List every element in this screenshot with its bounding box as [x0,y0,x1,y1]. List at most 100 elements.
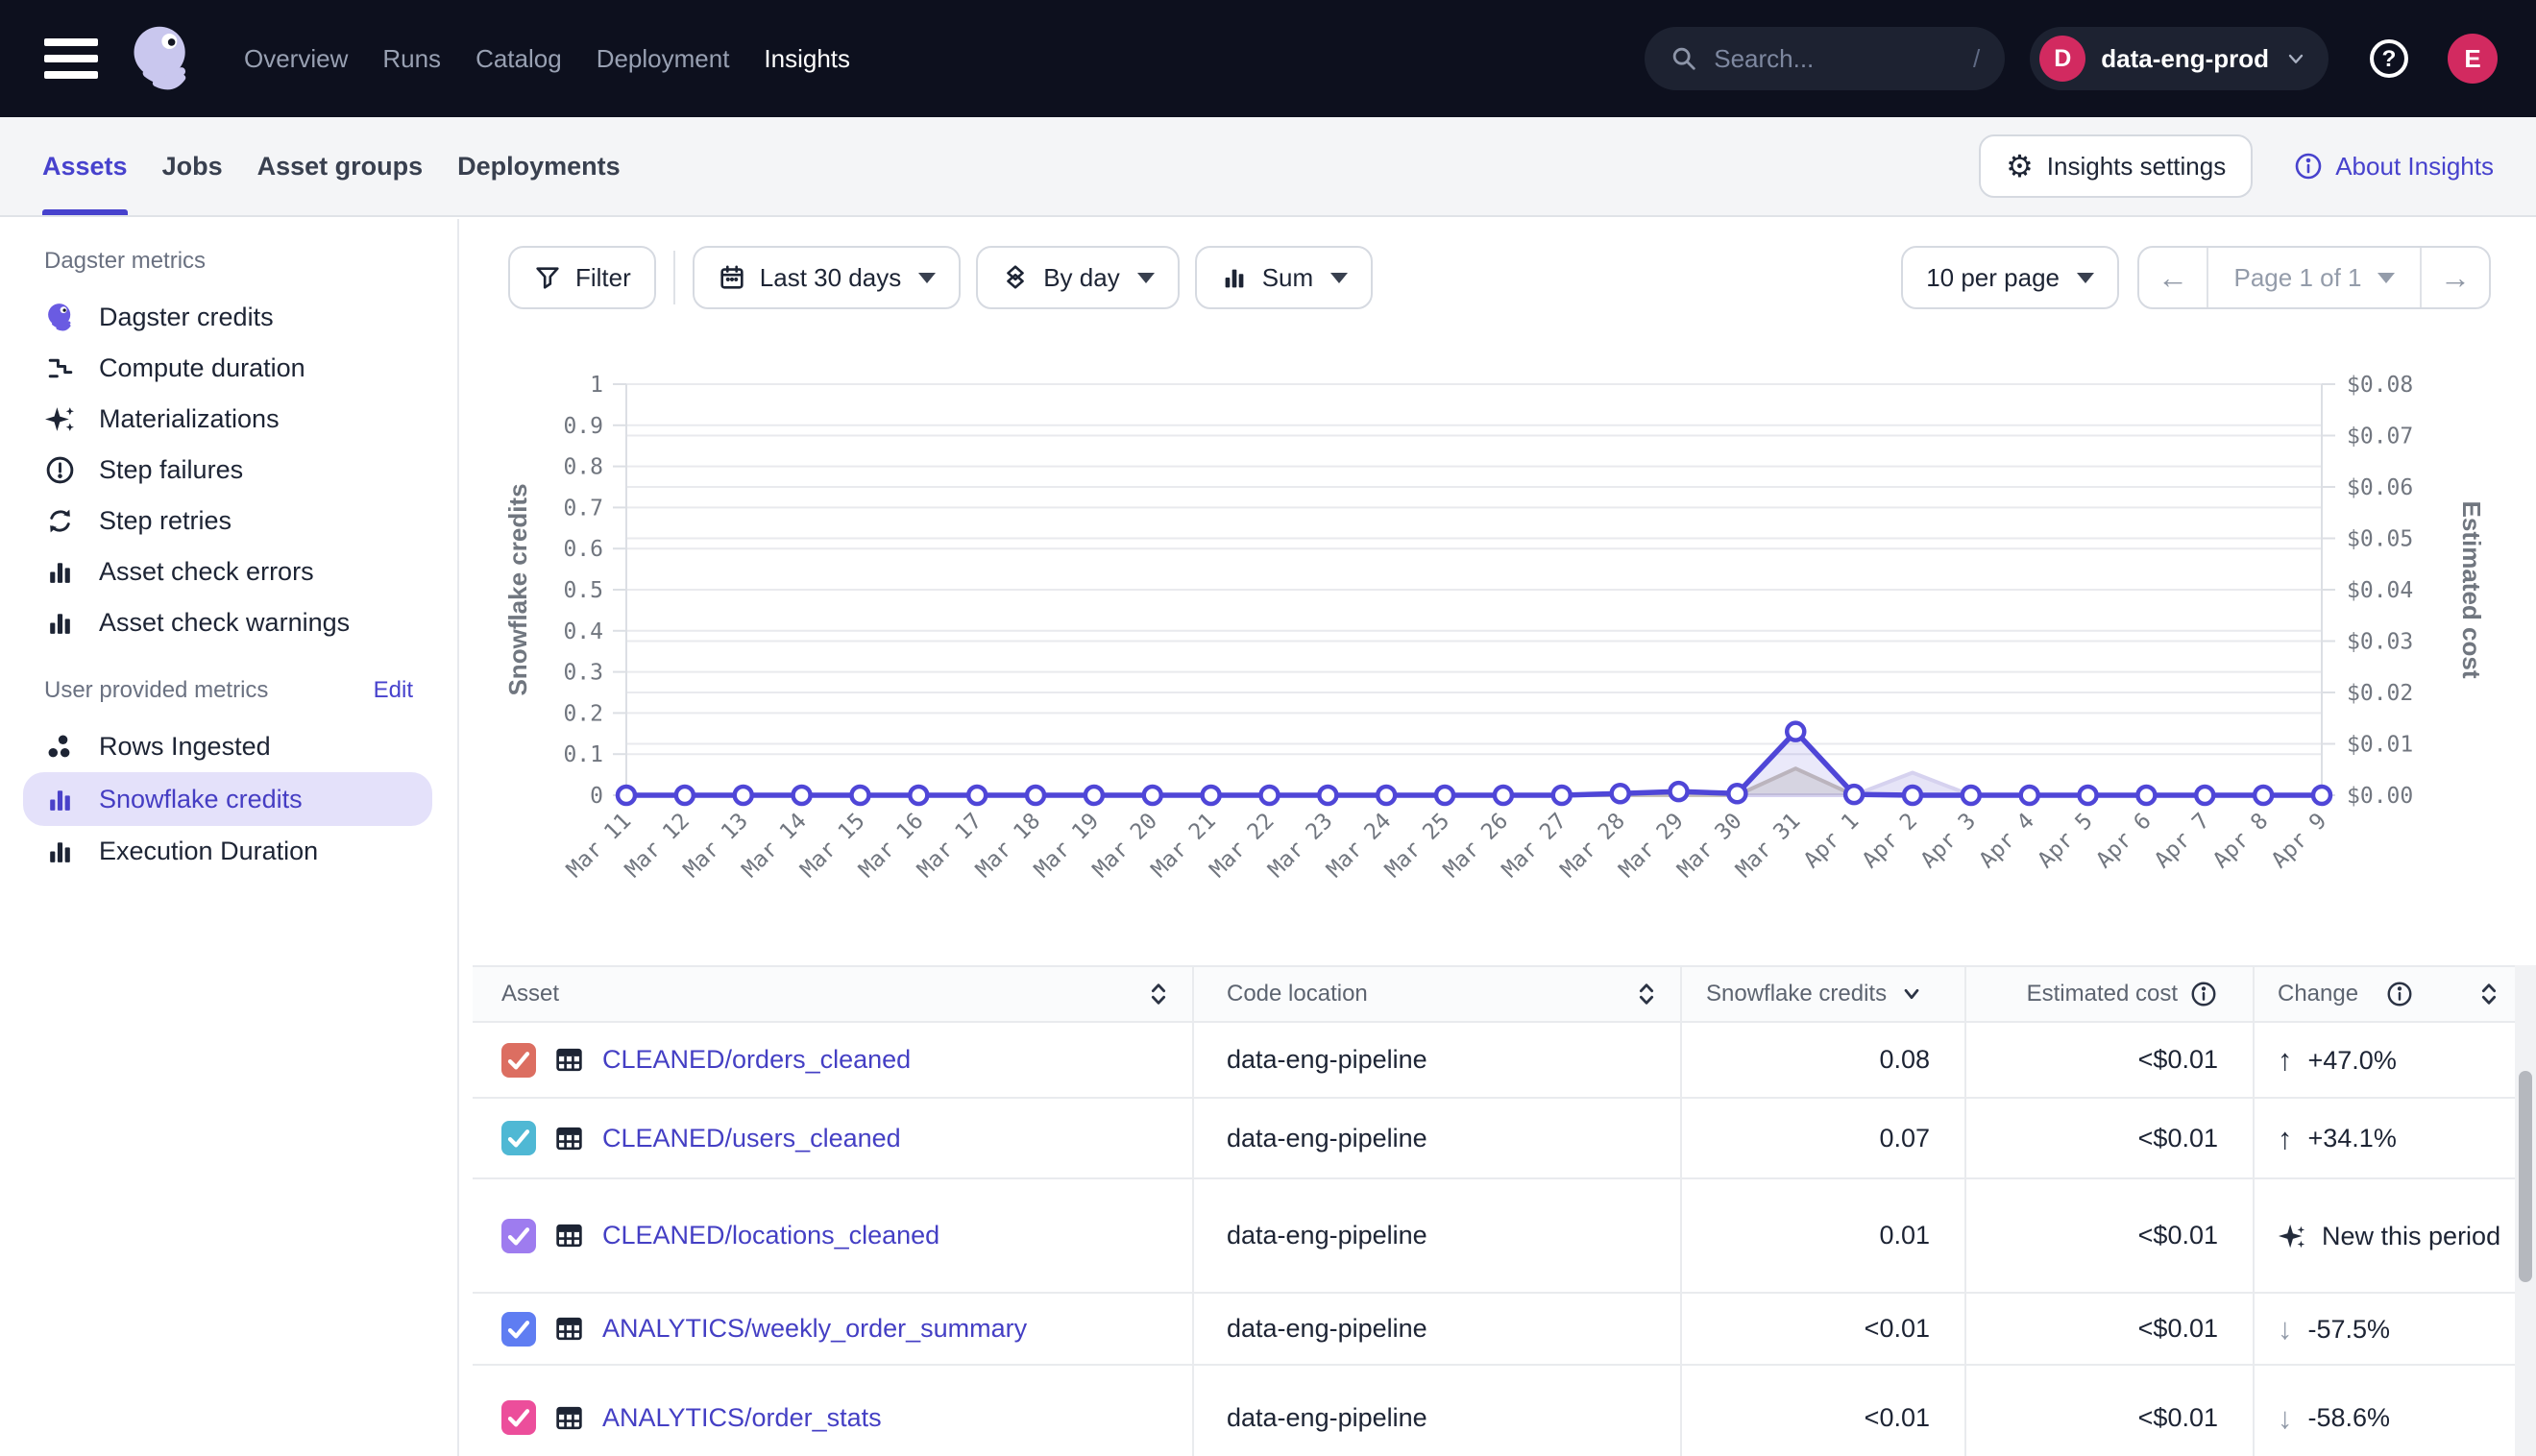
nav-item-insights[interactable]: Insights [764,44,850,74]
sidebar-item-label: Step retries [99,506,232,536]
nav-item-deployment[interactable]: Deployment [597,44,730,74]
column-header-change[interactable]: Change [2255,967,2517,1021]
sidebar-item-step-retries[interactable]: Step retries [0,496,432,546]
change-label: New this period [2322,1220,2500,1252]
estimated-cost-cell: <$0.01 [1966,1023,2255,1097]
sidebar-item-compute-duration[interactable]: Compute duration [0,343,432,394]
svg-text:Apr 2: Apr 2 [1858,809,1922,873]
sort-icon [2476,982,2501,1007]
asset-link[interactable]: CLEANED/orders_cleaned [602,1045,911,1075]
asset-checkbox[interactable] [501,1400,536,1435]
granularity-dropdown[interactable]: By day [976,246,1180,309]
date-range-dropdown[interactable]: Last 30 days [693,246,961,309]
svg-text:$0.01: $0.01 [2347,733,2413,758]
column-header-credits[interactable]: Snowflake credits [1682,967,1966,1021]
asset-cell: CLEANED/users_cleaned [473,1099,1194,1177]
caret-down-icon [1137,273,1155,283]
user-avatar[interactable]: E [2448,34,2498,84]
dagster-logo-icon[interactable] [125,22,198,95]
estimated-cost-cell: <$0.01 [1966,1099,2255,1177]
org-switcher[interactable]: D data-eng-prod [2030,27,2329,90]
asset-checkbox[interactable] [501,1312,536,1347]
column-header-asset[interactable]: Asset [473,967,1194,1021]
code-location-cell: data-eng-pipeline [1194,1099,1682,1177]
table-body: CLEANED/orders_cleaned data-eng-pipeline0… [473,1023,2517,1456]
insights-settings-button[interactable]: ⚙ Insights settings [1979,134,2253,198]
sidebar-section-title: Dagster metrics [44,248,206,275]
nav-item-overview[interactable]: Overview [244,44,348,74]
svg-text:Mar 22: Mar 22 [1206,809,1280,883]
scrollbar-thumb[interactable] [2519,1071,2532,1282]
svg-text:Apr 8: Apr 8 [2208,809,2273,873]
svg-text:Mar 14: Mar 14 [738,809,812,883]
column-header-code[interactable]: Code location [1194,967,1682,1021]
sidebar-item-snowflake-credits[interactable]: Snowflake credits [23,772,432,826]
sidebar-item-step-failures[interactable]: Step failures [0,445,432,496]
sidebar-item-rows-ingested[interactable]: Rows Ingested [0,721,432,772]
sidebar-item-label: Asset check warnings [99,608,350,638]
layers-icon [1001,263,1030,292]
svg-text:0.2: 0.2 [563,701,603,726]
search-icon [1670,44,1698,73]
nav-item-runs[interactable]: Runs [382,44,441,74]
svg-text:Apr 9: Apr 9 [2267,809,2331,873]
table-scrollbar[interactable] [2515,965,2536,1456]
tab-jobs[interactable]: Jobs [162,117,223,215]
svg-text:Mar 29: Mar 29 [1615,809,1689,883]
asset-checkbox[interactable] [501,1121,536,1155]
bar-chart-icon [44,784,76,815]
asset-link[interactable]: ANALYTICS/order_stats [602,1403,882,1433]
aggregation-dropdown[interactable]: Sum [1195,246,1373,309]
search-input[interactable]: Search... / [1645,27,2005,90]
top-nav-links: Overview Runs Catalog Deployment Insights [244,44,850,74]
svg-text:Mar 28: Mar 28 [1556,809,1630,883]
toolbar-divider [673,251,675,304]
dagster-icon [44,302,76,333]
svg-text:Mar 16: Mar 16 [854,809,928,883]
code-location-cell: data-eng-pipeline [1194,1179,1682,1292]
change-cell: ↓-57.5% [2255,1294,2517,1364]
svg-text:0.6: 0.6 [563,537,603,562]
asset-link[interactable]: ANALYTICS/weekly_order_summary [602,1314,1027,1344]
tab-deployments[interactable]: Deployments [457,117,621,215]
asset-link[interactable]: CLEANED/locations_cleaned [602,1221,939,1250]
column-header-label: Snowflake credits [1706,981,1887,1007]
asset-checkbox[interactable] [501,1219,536,1253]
sidebar-item-execution-duration[interactable]: Execution Duration [0,826,432,877]
page-select[interactable]: Page 1 of 1 [2207,248,2422,307]
sidebar-section-title: User provided metrics [44,677,268,704]
snowflake-credits-cell: 0.01 [1682,1179,1966,1292]
sidebar-item-dagster-credits[interactable]: Dagster credits [0,292,432,343]
sidebar-item-label: Step failures [99,455,243,485]
tab-asset-groups[interactable]: Asset groups [257,117,424,215]
table-asset-icon [553,1123,585,1154]
column-header-cost[interactable]: Estimated cost [1966,967,2255,1021]
asset-link[interactable]: CLEANED/users_cleaned [602,1124,901,1153]
materializations-icon [44,403,76,435]
sidebar-item-label: Snowflake credits [99,785,303,814]
help-icon[interactable]: ? [2367,36,2411,81]
filter-button[interactable]: Filter [508,246,656,309]
menu-icon[interactable] [44,36,98,81]
dots-icon [44,731,76,763]
sidebar-item-asset-check-errors[interactable]: Asset check errors [0,546,432,597]
table-asset-icon [553,1044,585,1076]
change-label: +47.0% [2308,1044,2397,1077]
prev-page-button[interactable]: ← [2139,248,2207,307]
about-insights-link[interactable]: About Insights [2293,151,2494,182]
svg-text:Mar 25: Mar 25 [1380,809,1454,883]
estimated-cost-cell: <$0.01 [1966,1294,2255,1364]
table-row: CLEANED/orders_cleaneddata-eng-pipeline0… [473,1023,2517,1099]
nav-item-catalog[interactable]: Catalog [476,44,562,74]
chevron-down-icon [2284,47,2307,70]
tab-assets[interactable]: Assets [42,117,128,215]
table-asset-icon [553,1313,585,1345]
per-page-dropdown[interactable]: 10 per page [1901,246,2119,309]
caret-down-icon [918,273,936,283]
svg-text:Mar 31: Mar 31 [1731,809,1805,883]
sidebar-item-materializations[interactable]: Materializations [0,394,432,445]
edit-metrics-link[interactable]: Edit [374,677,413,704]
next-page-button[interactable]: → [2422,248,2489,307]
sidebar-item-asset-check-warnings[interactable]: Asset check warnings [0,597,432,648]
asset-checkbox[interactable] [501,1043,536,1078]
